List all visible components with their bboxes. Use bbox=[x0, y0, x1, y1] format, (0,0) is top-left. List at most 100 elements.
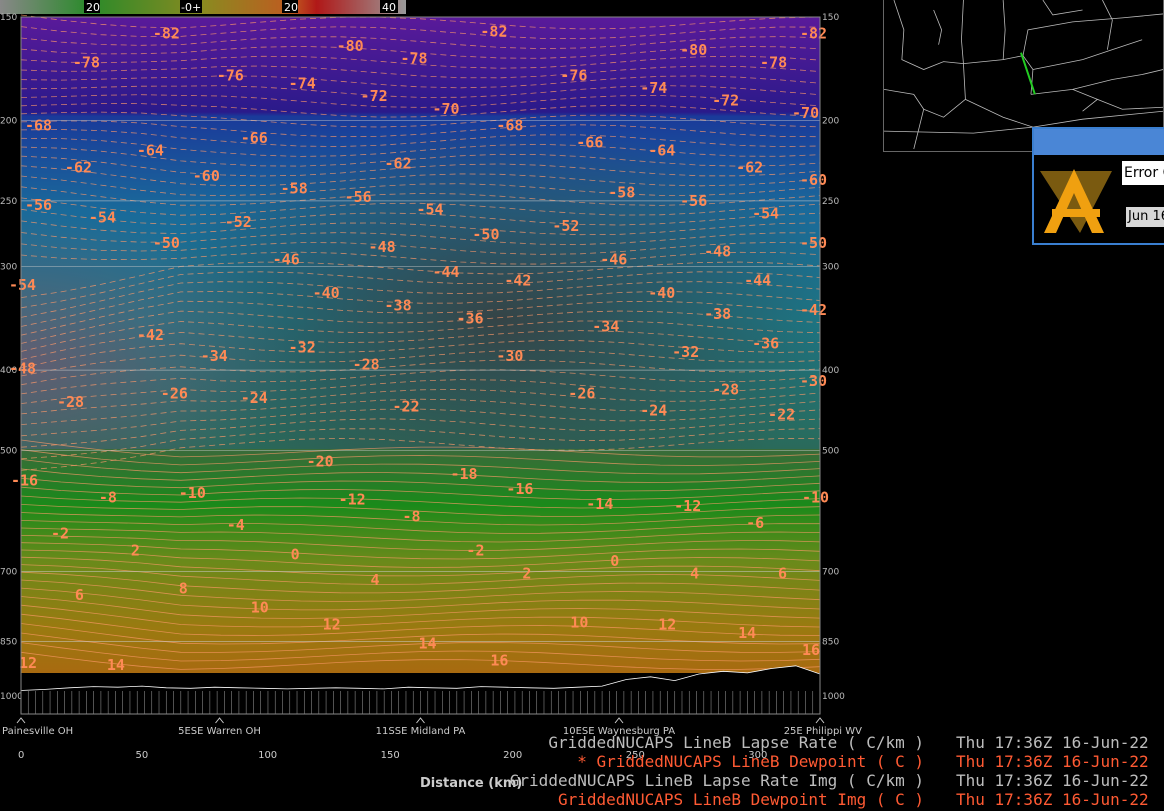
contour-label: -24 bbox=[241, 389, 268, 407]
awips-logo-icon bbox=[1040, 169, 1112, 233]
y-tick-label-right: 700 bbox=[822, 568, 839, 578]
legend-time: Thu 17:36Z 16-Jun-22 bbox=[956, 752, 1149, 771]
location-marker-icon bbox=[215, 717, 224, 724]
contour-label: -2 bbox=[51, 524, 69, 542]
y-tick-label-right: 1000 bbox=[822, 692, 845, 702]
legend-row-lapse-rate[interactable]: GriddedNUCAPS LineB Lapse Rate ( C/km ) … bbox=[470, 733, 1164, 752]
contour-label: -30 bbox=[496, 347, 523, 365]
legend-name: GriddedNUCAPS LineB Lapse Rate Img ( C/k… bbox=[509, 771, 924, 790]
error-dialog[interactable]: Error C Jun 16 bbox=[1032, 127, 1164, 245]
contour-label: -22 bbox=[768, 406, 795, 424]
contour-label: -48 bbox=[369, 238, 396, 256]
contour-label: -46 bbox=[273, 251, 300, 269]
y-tick-label-right: 200 bbox=[822, 117, 839, 127]
cross-section-chart[interactable]: 150 150200 200250 250300 300400 400500 500700 7… bbox=[0, 0, 880, 811]
contour-label: -12 bbox=[674, 497, 701, 515]
contour-label: -40 bbox=[648, 284, 675, 302]
contour-label: -80 bbox=[337, 37, 364, 55]
dialog-titlebar[interactable] bbox=[1034, 129, 1164, 155]
contour-label: -64 bbox=[137, 142, 164, 160]
contour-label: -72 bbox=[712, 91, 739, 109]
y-tick-label-right: 850 bbox=[822, 637, 839, 647]
contour-label: -58 bbox=[281, 179, 308, 197]
contour-label: -20 bbox=[307, 452, 334, 470]
contour-label: -64 bbox=[648, 142, 675, 160]
contour-label: -26 bbox=[568, 385, 595, 403]
contour-label: -76 bbox=[560, 66, 587, 84]
y-tick-label-left: 700 bbox=[0, 568, 17, 578]
contour-label: -54 bbox=[752, 205, 779, 223]
contour-label: -80 bbox=[680, 41, 707, 59]
y-tick-label-left: 1000 bbox=[0, 692, 23, 702]
y-tick-label-left: 150 bbox=[0, 13, 17, 23]
contour-label: -62 bbox=[385, 154, 412, 172]
contour-label: -28 bbox=[712, 381, 739, 399]
contour-label: -44 bbox=[744, 272, 771, 290]
contour-label: -22 bbox=[393, 397, 420, 415]
location-label: Painesville OH bbox=[2, 726, 73, 737]
legend-row-lapse-rate-img[interactable]: GriddedNUCAPS LineB Lapse Rate Img ( C/k… bbox=[470, 771, 1164, 790]
contour-label: -42 bbox=[137, 326, 164, 344]
location-marker-icon bbox=[16, 717, 26, 724]
contour-label: 14 bbox=[418, 635, 436, 653]
contour-label: -38 bbox=[385, 297, 412, 315]
contour-label: 2 bbox=[131, 541, 140, 559]
contour-label: -76 bbox=[217, 66, 244, 84]
x-tick-label: 0 bbox=[18, 750, 24, 761]
contour-label: 14 bbox=[107, 656, 125, 674]
legend-time: Thu 17:36Z 16-Jun-22 bbox=[956, 790, 1149, 809]
contour-label: -70 bbox=[432, 100, 459, 118]
contour-label: -66 bbox=[576, 133, 603, 151]
legend-time: Thu 17:36Z 16-Jun-22 bbox=[956, 771, 1149, 790]
contour-label: -54 bbox=[9, 276, 36, 294]
contour-label: 6 bbox=[778, 565, 787, 583]
contour-label: -56 bbox=[25, 196, 52, 214]
contour-label: -82 bbox=[153, 24, 180, 42]
contour-label: -18 bbox=[450, 465, 477, 483]
location-label: 11SSE Midland PA bbox=[376, 726, 466, 737]
contour-label: -34 bbox=[201, 347, 228, 365]
legend-row-dewpoint[interactable]: * GriddedNUCAPS LineB Dewpoint ( C ) Thu… bbox=[470, 752, 1164, 771]
contour-label: -2 bbox=[466, 541, 484, 559]
contour-label: -60 bbox=[800, 171, 827, 189]
contour-label: -50 bbox=[472, 226, 499, 244]
y-tick-label-left: 850 bbox=[0, 637, 17, 647]
contour-label: -24 bbox=[640, 401, 667, 419]
contour-label: -54 bbox=[89, 209, 116, 227]
contour-label: -30 bbox=[800, 372, 827, 390]
y-tick-label-left: 500 bbox=[0, 446, 17, 456]
contour-label: -46 bbox=[600, 251, 627, 269]
contour-label: -32 bbox=[289, 339, 316, 357]
contour-label: -62 bbox=[736, 158, 763, 176]
contour-label: -26 bbox=[161, 385, 188, 403]
contour-label: -56 bbox=[680, 192, 707, 210]
contour-label: -16 bbox=[11, 471, 38, 489]
y-tick-label-right: 250 bbox=[822, 197, 839, 207]
x-tick-label: 50 bbox=[136, 750, 149, 761]
y-tick-label-right: 150 bbox=[822, 13, 839, 23]
legend-row-dewpoint-img[interactable]: GriddedNUCAPS LineB Dewpoint Img ( C ) T… bbox=[470, 790, 1164, 809]
y-tick-label-left: 200 bbox=[0, 117, 17, 127]
legend-time: Thu 17:36Z 16-Jun-22 bbox=[956, 733, 1149, 752]
contour-label: 12 bbox=[19, 654, 37, 672]
contour-label: -28 bbox=[57, 393, 84, 411]
contour-label: 2 bbox=[522, 565, 531, 583]
error-message-field[interactable]: Error C bbox=[1122, 161, 1164, 185]
contour-label: 6 bbox=[75, 586, 84, 604]
contour-label: -38 bbox=[704, 305, 731, 323]
contour-label: -48 bbox=[9, 360, 36, 378]
contour-label: -50 bbox=[153, 234, 180, 252]
location-marker-icon bbox=[416, 717, 425, 724]
contour-label: -68 bbox=[496, 117, 523, 135]
contour-label: -74 bbox=[289, 75, 316, 93]
contour-label: -10 bbox=[179, 484, 206, 502]
contour-label: -74 bbox=[640, 79, 667, 97]
contour-label: 10 bbox=[570, 613, 588, 631]
contour-label: -8 bbox=[99, 488, 117, 506]
contour-label: 12 bbox=[323, 616, 341, 634]
contour-label: -52 bbox=[225, 213, 252, 231]
contour-label: -58 bbox=[608, 184, 635, 202]
contour-label: -42 bbox=[800, 301, 827, 319]
contour-label: -42 bbox=[504, 272, 531, 290]
contour-label: -72 bbox=[361, 87, 388, 105]
